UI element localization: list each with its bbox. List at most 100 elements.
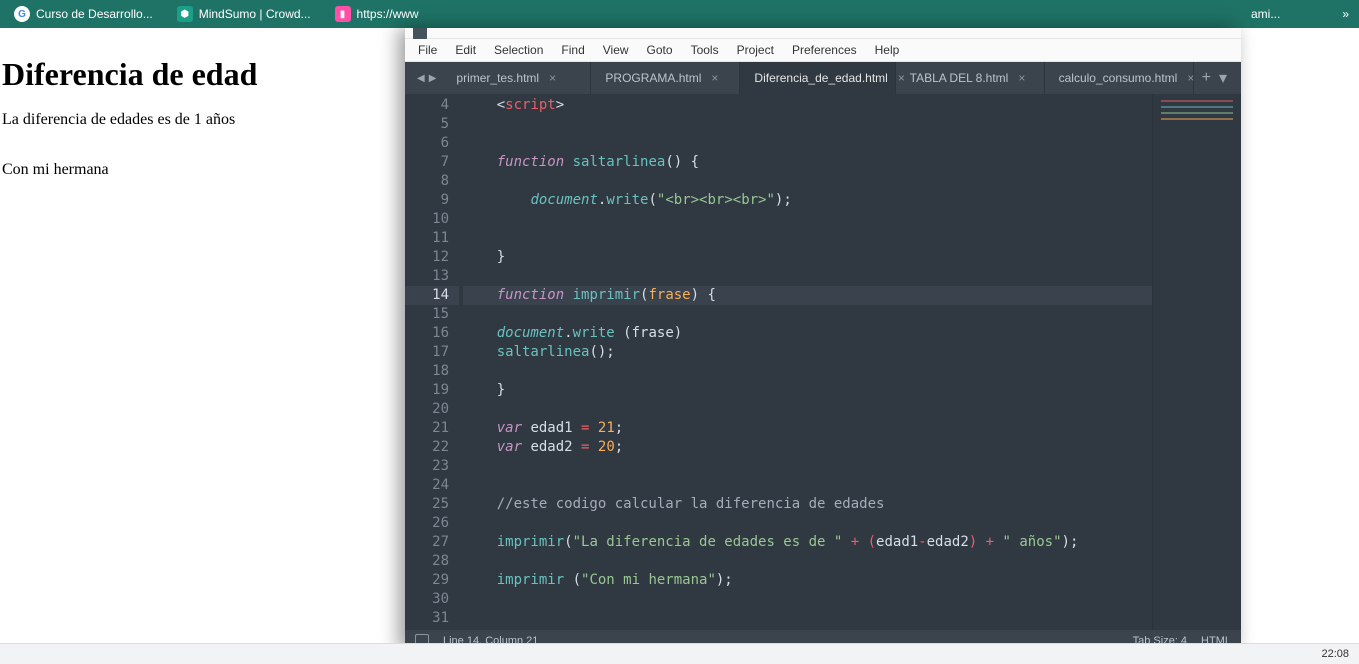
line-number: 10 — [405, 210, 449, 229]
line-number: 13 — [405, 267, 449, 286]
code-line[interactable] — [463, 172, 1152, 191]
code-line[interactable]: imprimir("La diferencia de edades es de … — [463, 533, 1152, 552]
line-number: 5 — [405, 115, 449, 134]
code-line[interactable]: } — [463, 381, 1152, 400]
line-number: 4 — [405, 96, 449, 115]
tab[interactable]: TABLA DEL 8.html × — [896, 62, 1045, 94]
tab-label: TABLA DEL 8.html — [910, 71, 1009, 85]
tab-active[interactable]: Diferencia_de_edad.html × — [740, 62, 895, 94]
code-line[interactable] — [463, 134, 1152, 153]
line-number: 7 — [405, 153, 449, 172]
menu-selection[interactable]: Selection — [485, 40, 552, 60]
line-number: 8 — [405, 172, 449, 191]
code-line[interactable] — [463, 115, 1152, 134]
code-line[interactable] — [463, 210, 1152, 229]
page-surface: Diferencia de edad La diferencia de edad… — [0, 28, 1359, 644]
editor-body: 4567891011121314151617181920212223242526… — [405, 94, 1241, 630]
tab-label: Diferencia_de_edad.html — [754, 71, 887, 85]
code-line[interactable] — [463, 609, 1152, 628]
code-line[interactable]: var edad2 = 20; — [463, 438, 1152, 457]
minimap[interactable] — [1152, 94, 1241, 630]
code-line[interactable]: saltarlinea(); — [463, 343, 1152, 362]
code-line[interactable]: <script> — [463, 96, 1152, 115]
tab-close-icon[interactable]: × — [1187, 71, 1194, 85]
bookmark-item[interactable]: G Curso de Desarrollo... — [4, 2, 163, 26]
code-line[interactable]: document.write("<br><br><br>"); — [463, 191, 1152, 210]
line-number: 9 — [405, 191, 449, 210]
taskbar-clock: 22:08 — [1321, 648, 1349, 660]
code-line[interactable]: var edad1 = 21; — [463, 419, 1152, 438]
tab[interactable]: primer_tes.html × — [442, 62, 591, 94]
tab-label: primer_tes.html — [456, 71, 539, 85]
code-line[interactable]: function saltarlinea() { — [463, 153, 1152, 172]
tab-menu-icon[interactable]: ▾ — [1219, 68, 1227, 88]
line-number: 27 — [405, 533, 449, 552]
code-line[interactable] — [463, 305, 1152, 324]
bookmark-item[interactable]: ▮ https://www — [325, 2, 429, 26]
tab-close-icon[interactable]: × — [711, 71, 718, 85]
menu-tools[interactable]: Tools — [682, 40, 728, 60]
tab-close-icon[interactable]: × — [549, 71, 556, 85]
line-number: 24 — [405, 476, 449, 495]
code-line[interactable] — [463, 457, 1152, 476]
line-number: 11 — [405, 229, 449, 248]
sublime-titlebar[interactable] — [405, 28, 1241, 39]
menu-goto[interactable]: Goto — [638, 40, 682, 60]
code-line[interactable] — [463, 362, 1152, 381]
tab[interactable]: calculo_consumo.html × — [1045, 62, 1194, 94]
bookmark-label: Curso de Desarrollo... — [36, 7, 153, 21]
new-tab-icon[interactable]: + — [1202, 69, 1211, 87]
tab-nav: ◀ ▶ — [411, 62, 442, 94]
code-line[interactable] — [463, 590, 1152, 609]
tab-prev-icon[interactable]: ◀ — [417, 73, 425, 84]
line-number: 16 — [405, 324, 449, 343]
line-number: 20 — [405, 400, 449, 419]
overflow-label[interactable]: ami... — [1251, 7, 1280, 21]
line-number: 19 — [405, 381, 449, 400]
line-number: 30 — [405, 590, 449, 609]
code-line[interactable]: function imprimir(frase) { — [463, 286, 1152, 305]
line-number: 32 — [405, 628, 449, 630]
bookmark-label: https://www — [357, 7, 419, 21]
code-line[interactable] — [463, 267, 1152, 286]
line-number: 21 — [405, 419, 449, 438]
tab-controls: + ▾ — [1194, 62, 1235, 94]
bookmarks-bar: G Curso de Desarrollo... ⬢ MindSumo | Cr… — [0, 0, 1359, 28]
menu-project[interactable]: Project — [728, 40, 783, 60]
menu-file[interactable]: File — [409, 40, 446, 60]
code-line[interactable] — [463, 628, 1152, 630]
tab-next-icon[interactable]: ▶ — [429, 73, 437, 84]
code-line[interactable] — [463, 552, 1152, 571]
code-line[interactable]: } — [463, 248, 1152, 267]
menu-view[interactable]: View — [594, 40, 638, 60]
menu-edit[interactable]: Edit — [446, 40, 485, 60]
gutter: 4567891011121314151617181920212223242526… — [405, 94, 459, 630]
tab-close-icon[interactable]: × — [1018, 71, 1025, 85]
code-line[interactable]: document.write (frase) — [463, 324, 1152, 343]
line-number: 29 — [405, 571, 449, 590]
line-number: 18 — [405, 362, 449, 381]
line-number: 26 — [405, 514, 449, 533]
menu-preferences[interactable]: Preferences — [783, 40, 866, 60]
os-taskbar: 22:08 — [0, 643, 1359, 664]
menu-find[interactable]: Find — [552, 40, 593, 60]
code-line[interactable] — [463, 229, 1152, 248]
line-number: 22 — [405, 438, 449, 457]
bookmark-item[interactable]: ⬢ MindSumo | Crowd... — [167, 2, 321, 26]
code-line[interactable]: imprimir ("Con mi hermana"); — [463, 571, 1152, 590]
sublime-tabbar: ◀ ▶ primer_tes.html × PROGRAMA.html × Di… — [405, 62, 1241, 94]
line-number: 28 — [405, 552, 449, 571]
line-number: 12 — [405, 248, 449, 267]
code-area[interactable]: <script> function saltarlinea() { docume… — [459, 94, 1152, 630]
menu-help[interactable]: Help — [866, 40, 909, 60]
tab-label: calculo_consumo.html — [1059, 71, 1178, 85]
code-line[interactable] — [463, 400, 1152, 419]
sublime-menubar: File Edit Selection Find View Goto Tools… — [405, 39, 1241, 62]
code-line[interactable] — [463, 476, 1152, 495]
chevron-right-icon[interactable]: » — [1342, 7, 1349, 21]
code-line[interactable] — [463, 514, 1152, 533]
tab[interactable]: PROGRAMA.html × — [591, 62, 740, 94]
line-number: 23 — [405, 457, 449, 476]
bookmark-label: MindSumo | Crowd... — [199, 7, 311, 21]
code-line[interactable]: //este codigo calcular la diferencia de … — [463, 495, 1152, 514]
